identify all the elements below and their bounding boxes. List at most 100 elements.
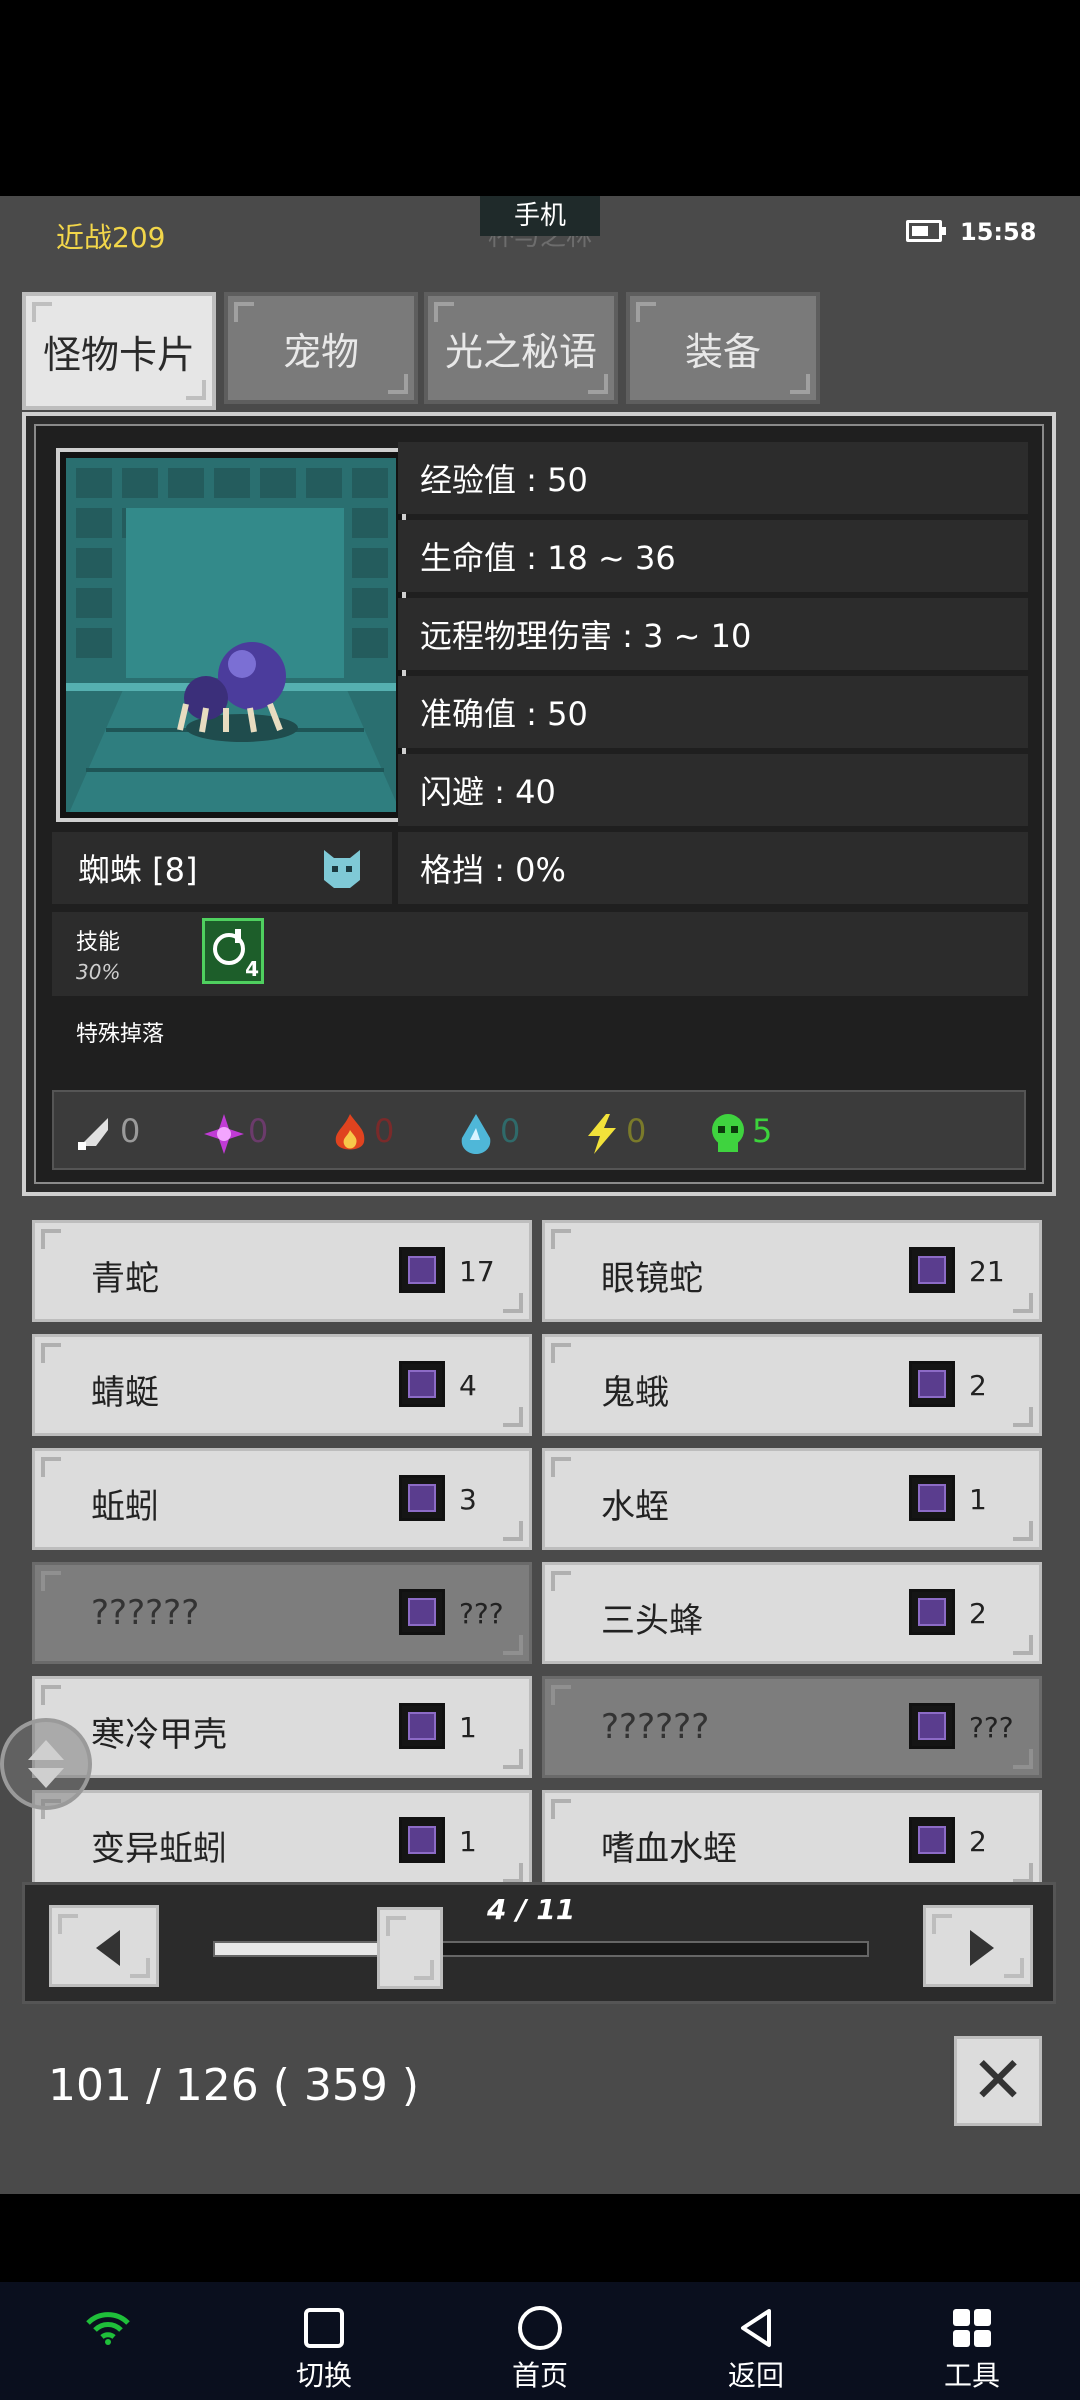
monster-name-row: 蜘蛛 [8] — [52, 832, 392, 904]
stat-text: 准确值 : 50 — [420, 695, 588, 733]
collection-count: 101 / 126 ( 359 ) — [48, 2060, 420, 2111]
tab-equipment[interactable]: 装备 — [626, 292, 820, 404]
arrow-left-icon — [96, 1930, 120, 1966]
nav-label: 工具 — [943, 2359, 1000, 2392]
nav-label: 首页 — [511, 2359, 568, 2392]
water-icon — [461, 1114, 491, 1154]
nav-label: 返回 — [727, 2359, 784, 2392]
tab-light-secrets[interactable]: 光之秘语 — [424, 292, 618, 404]
close-button[interactable]: ✕ — [954, 2036, 1042, 2126]
element-physical: 0 — [74, 1112, 140, 1160]
monster-card-name: 眼镜蛇 — [601, 1259, 703, 1299]
monster-card[interactable]: ????????? — [542, 1676, 1042, 1778]
monster-card-name: 嗜血水蛭 — [601, 1829, 737, 1869]
monster-card-name: ?????? — [91, 1593, 200, 1633]
skill-row: 技能 30% 4 — [52, 912, 1028, 996]
element-fire: 0 — [328, 1112, 394, 1164]
monster-card-name: 水蛭 — [601, 1487, 669, 1527]
stat-text: 闪避 : 40 — [420, 773, 556, 811]
element-resistance-bar: 0 0 0 0 0 5 — [52, 1090, 1026, 1170]
card-book-icon — [399, 1703, 445, 1749]
monster-name: 蜘蛛 [8] — [78, 851, 198, 889]
monster-card-count: 4 — [459, 1369, 477, 1402]
monster-card-count: 2 — [969, 1369, 987, 1402]
card-book-icon — [909, 1475, 955, 1521]
monster-card-count: 1 — [459, 1711, 477, 1744]
tab-monster-cards[interactable]: 怪物卡片 — [22, 292, 216, 410]
monster-card-count: 1 — [969, 1483, 987, 1516]
element-value: 0 — [120, 1112, 141, 1150]
monster-card[interactable]: 变异蚯蚓 1 — [32, 1790, 532, 1892]
nav-tools[interactable]: 工具 — [912, 2302, 1032, 2394]
element-value: 0 — [626, 1112, 647, 1150]
clock: 15:58 — [960, 218, 1037, 246]
stat-accuracy: 准确值 : 50 — [398, 676, 1028, 748]
card-book-icon — [909, 1589, 955, 1635]
monster-card-count: ??? — [969, 1711, 1014, 1744]
wifi-icon — [86, 2312, 130, 2345]
nav-label: 切换 — [295, 2359, 352, 2392]
page-slider-track[interactable] — [213, 1941, 869, 1957]
grid-icon — [953, 2309, 991, 2347]
stat-text: 经验值 : 50 — [420, 461, 588, 499]
card-book-icon — [399, 1247, 445, 1293]
tab-label: 装备 — [684, 329, 761, 374]
monster-card-name: 寒冷甲壳 — [91, 1715, 227, 1755]
card-book-icon — [399, 1817, 445, 1863]
monster-card[interactable]: 三头蜂 2 — [542, 1562, 1042, 1664]
element-poison: 5 — [706, 1112, 772, 1164]
lightning-icon — [588, 1114, 616, 1154]
floating-assist-button[interactable] — [0, 1718, 92, 1810]
card-book-icon — [909, 1247, 955, 1293]
nav-back[interactable]: 返回 — [696, 2302, 816, 2394]
monster-card[interactable]: 眼镜蛇 21 — [542, 1220, 1042, 1322]
skill-icon[interactable]: 4 — [202, 918, 264, 984]
pagination-bar: 4 / 11 — [22, 1882, 1056, 2004]
square-icon — [304, 2308, 344, 2348]
next-page-button[interactable] — [923, 1905, 1033, 1987]
skill-chance: 30% — [76, 960, 121, 984]
monster-card[interactable]: 嗜血水蛭 2 — [542, 1790, 1042, 1892]
monster-card[interactable]: 寒冷甲壳 1 — [32, 1676, 532, 1778]
card-book-icon — [399, 1475, 445, 1521]
element-water: 0 — [454, 1112, 520, 1164]
monster-card[interactable]: 水蛭 1 — [542, 1448, 1042, 1550]
class-level-label: 近战209 — [56, 221, 166, 254]
tab-label: 宠物 — [282, 329, 359, 374]
monster-card-count: 21 — [969, 1255, 1005, 1288]
monster-card-count: 2 — [969, 1825, 987, 1858]
page-slider-handle[interactable] — [376, 1907, 443, 1989]
card-book-icon — [909, 1817, 955, 1863]
arcane-icon — [204, 1114, 244, 1154]
circle-icon — [518, 2306, 562, 2350]
spider-image — [66, 458, 396, 812]
monster-card[interactable]: 蚯蚓 3 — [32, 1448, 532, 1550]
prev-page-button[interactable] — [49, 1905, 159, 1987]
monster-card-count: ??? — [459, 1597, 504, 1630]
stat-hp: 生命值 : 18 ~ 36 — [398, 520, 1028, 592]
monster-card[interactable]: 青蛇 17 — [32, 1220, 532, 1322]
tab-label: 怪物卡片 — [42, 332, 195, 377]
monster-card[interactable]: 蜻蜓 4 — [32, 1334, 532, 1436]
element-value: 0 — [374, 1112, 395, 1150]
stat-experience: 经验值 : 50 — [398, 442, 1028, 514]
monster-card[interactable]: ????????? — [32, 1562, 532, 1664]
stat-block: 格挡 : 0% — [398, 832, 1028, 904]
nav-home[interactable]: 首页 — [480, 2302, 600, 2394]
monster-card-count: 3 — [459, 1483, 477, 1516]
card-book-icon — [909, 1703, 955, 1749]
arrow-right-icon — [970, 1930, 994, 1966]
tab-pets[interactable]: 宠物 — [224, 292, 418, 404]
monster-card-name: 三头蜂 — [601, 1601, 703, 1641]
element-value: 0 — [248, 1112, 269, 1150]
stat-text: 格挡 : 0% — [420, 851, 566, 889]
nav-switch[interactable]: 切换 — [264, 2302, 384, 2394]
battery-icon — [906, 220, 946, 242]
card-book-icon — [399, 1589, 445, 1635]
monster-card-count: 2 — [969, 1597, 987, 1630]
up-down-arrows-icon — [28, 1740, 64, 1788]
stat-text: 远程物理伤害 : 3 ~ 10 — [420, 617, 752, 655]
monster-card[interactable]: 鬼蛾 2 — [542, 1334, 1042, 1436]
element-lightning: 0 — [580, 1112, 646, 1164]
phone-button[interactable]: 手机 — [480, 196, 600, 236]
